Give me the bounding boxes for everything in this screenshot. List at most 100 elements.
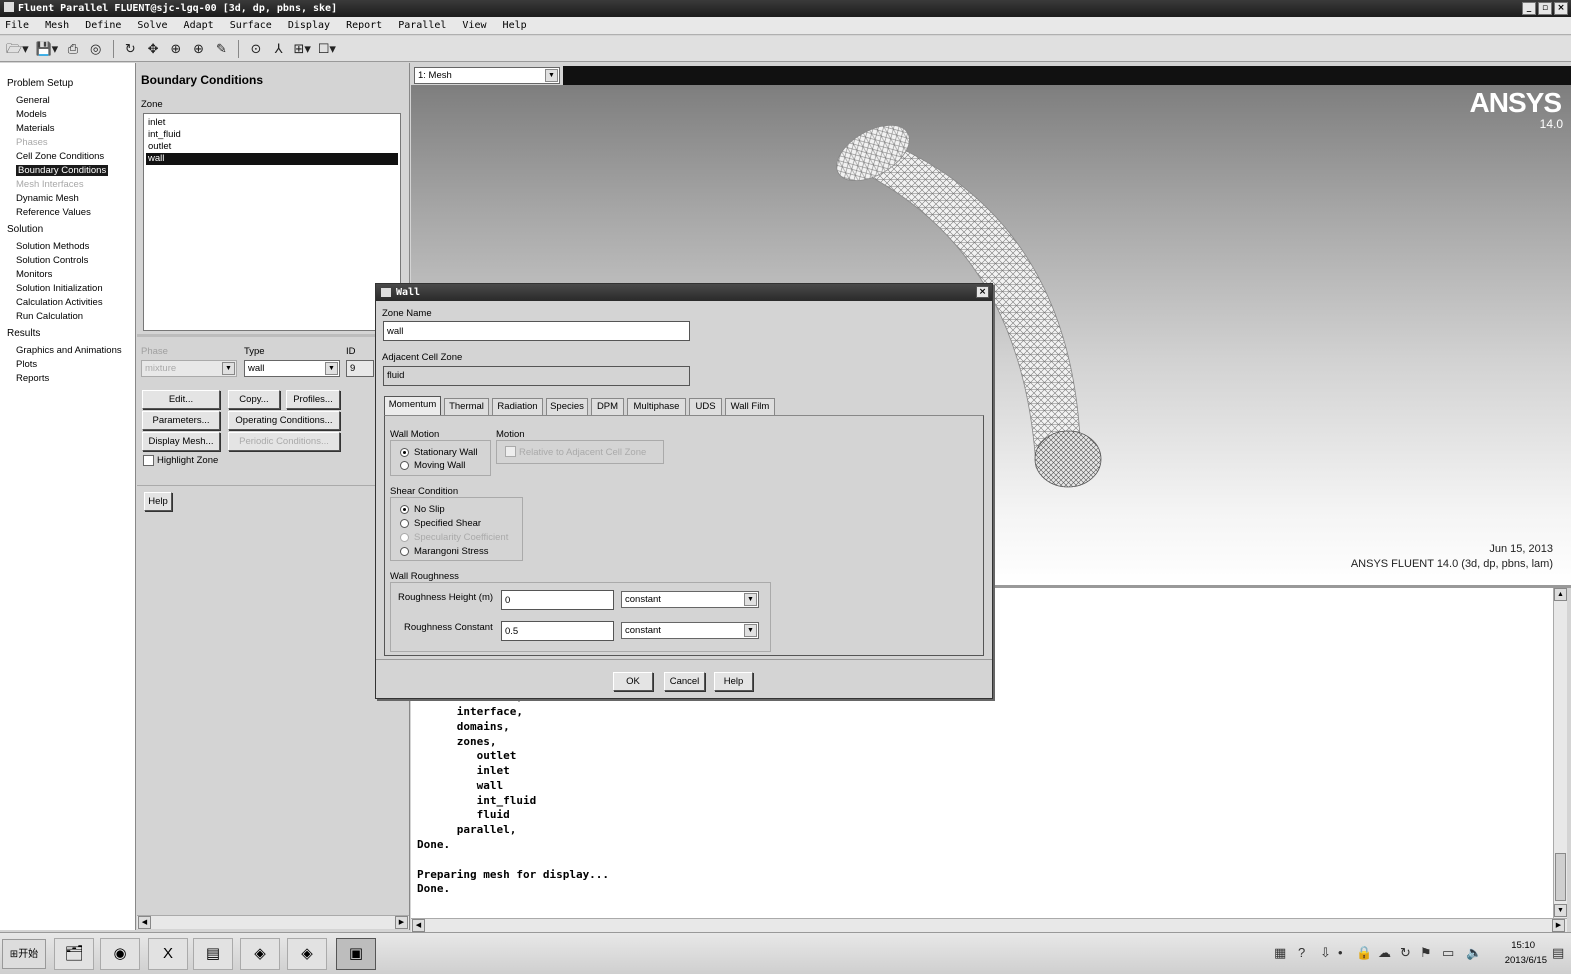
layout-icon[interactable]: ☐▾ — [318, 39, 336, 59]
save-icon[interactable]: 💾▾ — [35, 39, 58, 59]
dialog-title-bar[interactable]: Wall × — [376, 284, 992, 301]
cancel-button[interactable]: Cancel — [664, 672, 705, 691]
menu-view[interactable]: View — [462, 20, 486, 31]
graphics-window-selector[interactable]: 1: Mesh ▼ — [414, 67, 560, 84]
taskbar-document-icon[interactable]: ▤ — [193, 938, 233, 970]
zoom-icon[interactable]: ⊕ — [168, 39, 184, 59]
menu-surface[interactable]: Surface — [230, 20, 272, 31]
taskbar-browser-icon[interactable]: ◉ — [100, 938, 140, 970]
menu-adapt[interactable]: Adapt — [184, 20, 214, 31]
roughness-height-input[interactable] — [501, 590, 614, 610]
print-icon[interactable]: ⎙ — [65, 39, 81, 59]
marangoni-stress-radio[interactable] — [400, 547, 409, 556]
tray-help-icon[interactable]: ? — [1298, 945, 1305, 960]
zone-name-input[interactable] — [383, 321, 690, 341]
stationary-wall-radio[interactable] — [400, 448, 409, 457]
scroll-down-icon[interactable]: ▼ — [1554, 904, 1567, 917]
zone-list[interactable]: inlet int_fluid outlet wall — [143, 113, 401, 331]
list-splitter[interactable] — [137, 334, 410, 337]
tab-dpm[interactable]: DPM — [591, 398, 624, 415]
tray-flag-icon[interactable]: ⚑ — [1420, 945, 1432, 961]
nav-item-reference-values[interactable]: Reference Values — [0, 206, 135, 220]
menu-file[interactable]: File — [5, 20, 29, 31]
nav-item-monitors[interactable]: Monitors — [0, 268, 135, 282]
scroll-left-icon[interactable]: ◀ — [138, 916, 151, 929]
fit-window-icon[interactable]: ⊙ — [248, 39, 264, 59]
specified-shear-radio[interactable] — [400, 519, 409, 528]
clock-date[interactable]: 2013/6/15 — [1505, 955, 1547, 966]
tray-input-icon[interactable]: • — [1338, 945, 1343, 960]
maximize-button[interactable]: ▫ — [1538, 2, 1552, 15]
zone-list-item[interactable]: inlet — [146, 117, 398, 129]
task-page-hscrollbar[interactable]: ◀ ▶ — [137, 915, 409, 929]
tray-network-icon[interactable]: ▦ — [1274, 945, 1286, 961]
nav-item-plots[interactable]: Plots — [0, 358, 135, 372]
parameters-button[interactable]: Parameters... — [142, 411, 220, 430]
tray-volume-icon[interactable]: 🔈 — [1466, 945, 1482, 961]
operating-conditions-button[interactable]: Operating Conditions... — [228, 411, 340, 430]
scroll-right-icon[interactable]: ▶ — [395, 916, 408, 929]
probe-icon[interactable]: ✎ — [213, 39, 229, 59]
zone-list-item[interactable]: outlet — [146, 141, 398, 153]
zoom-in-icon[interactable]: ⊕ — [191, 39, 207, 59]
display-mesh-button[interactable]: Display Mesh... — [142, 432, 220, 451]
roughness-height-method-dropdown[interactable]: constant ▼ — [621, 591, 759, 608]
menu-parallel[interactable]: Parallel — [398, 20, 446, 31]
help-icon[interactable]: ◎ — [88, 39, 104, 59]
roughness-constant-input[interactable] — [501, 621, 614, 641]
copy-button[interactable]: Copy... — [228, 390, 280, 409]
tab-wall-film[interactable]: Wall Film — [725, 398, 775, 415]
zone-list-item[interactable]: int_fluid — [146, 129, 398, 141]
tray-monitor-icon[interactable]: ▭ — [1442, 945, 1454, 961]
show-desktop-icon[interactable]: ▤ — [1552, 945, 1564, 961]
menu-help[interactable]: Help — [503, 20, 527, 31]
nav-item-calculation-activities[interactable]: Calculation Activities — [0, 296, 135, 310]
close-icon[interactable]: × — [976, 286, 989, 298]
nav-item-graphics-and-animations[interactable]: Graphics and Animations — [0, 344, 135, 358]
taskbar-ansys-icon[interactable]: ◈ — [287, 938, 327, 970]
nav-item-boundary-conditions[interactable]: Boundary Conditions — [0, 164, 135, 178]
nav-item-solution-controls[interactable]: Solution Controls — [0, 254, 135, 268]
no-slip-radio[interactable] — [400, 505, 409, 514]
nav-group-results[interactable]: Results — [0, 327, 135, 341]
tab-thermal[interactable]: Thermal — [444, 398, 489, 415]
clock-time[interactable]: 15:10 — [1511, 940, 1535, 951]
tray-cloud-icon[interactable]: ☁ — [1378, 945, 1391, 961]
views-icon[interactable]: ⊞▾ — [294, 39, 311, 59]
edit-button[interactable]: Edit... — [142, 390, 220, 409]
tray-lock-icon[interactable]: 🔒 — [1356, 945, 1372, 961]
close-button[interactable]: × — [1554, 2, 1568, 15]
tab-multiphase[interactable]: Multiphase — [627, 398, 686, 415]
nav-item-materials[interactable]: Materials — [0, 122, 135, 136]
ok-button[interactable]: OK — [613, 672, 653, 691]
menu-mesh[interactable]: Mesh — [45, 20, 69, 31]
menu-define[interactable]: Define — [85, 20, 121, 31]
nav-item-reports[interactable]: Reports — [0, 372, 135, 386]
nav-item-models[interactable]: Models — [0, 108, 135, 122]
minimize-button[interactable]: _ — [1522, 2, 1536, 15]
console-vscrollbar[interactable]: ▲ ▼ — [1553, 588, 1567, 918]
menu-report[interactable]: Report — [346, 20, 382, 31]
nav-item-solution-initialization[interactable]: Solution Initialization — [0, 282, 135, 296]
nav-item-solution-methods[interactable]: Solution Methods — [0, 240, 135, 254]
highlight-zone-checkbox[interactable] — [143, 455, 154, 466]
taskbar-fluent-icon[interactable]: ▣ — [336, 938, 376, 970]
menu-display[interactable]: Display — [288, 20, 330, 31]
nav-item-run-calculation[interactable]: Run Calculation — [0, 310, 135, 324]
type-dropdown[interactable]: wall ▼ — [244, 360, 340, 377]
rotate-icon[interactable]: ↻ — [122, 39, 138, 59]
tab-momentum[interactable]: Momentum — [384, 396, 441, 416]
roughness-constant-method-dropdown[interactable]: constant ▼ — [621, 622, 759, 639]
tray-sync-icon[interactable]: ↻ — [1400, 945, 1411, 961]
profiles-button[interactable]: Profiles... — [286, 390, 340, 409]
scroll-left-icon[interactable]: ◀ — [412, 919, 425, 932]
nav-item-general[interactable]: General — [0, 94, 135, 108]
nav-group-problem-setup[interactable]: Problem Setup — [0, 77, 135, 91]
tray-usb-icon[interactable]: ⇩ — [1320, 945, 1331, 961]
console-hscrollbar[interactable]: ◀ ▶ — [411, 918, 1567, 932]
taskbar-excel-icon[interactable]: X — [148, 938, 188, 970]
task-help-button[interactable]: Help — [144, 492, 172, 511]
tab-species[interactable]: Species — [546, 398, 588, 415]
nav-item-cell-zone-conditions[interactable]: Cell Zone Conditions — [0, 150, 135, 164]
pan-icon[interactable]: ✥ — [145, 39, 161, 59]
